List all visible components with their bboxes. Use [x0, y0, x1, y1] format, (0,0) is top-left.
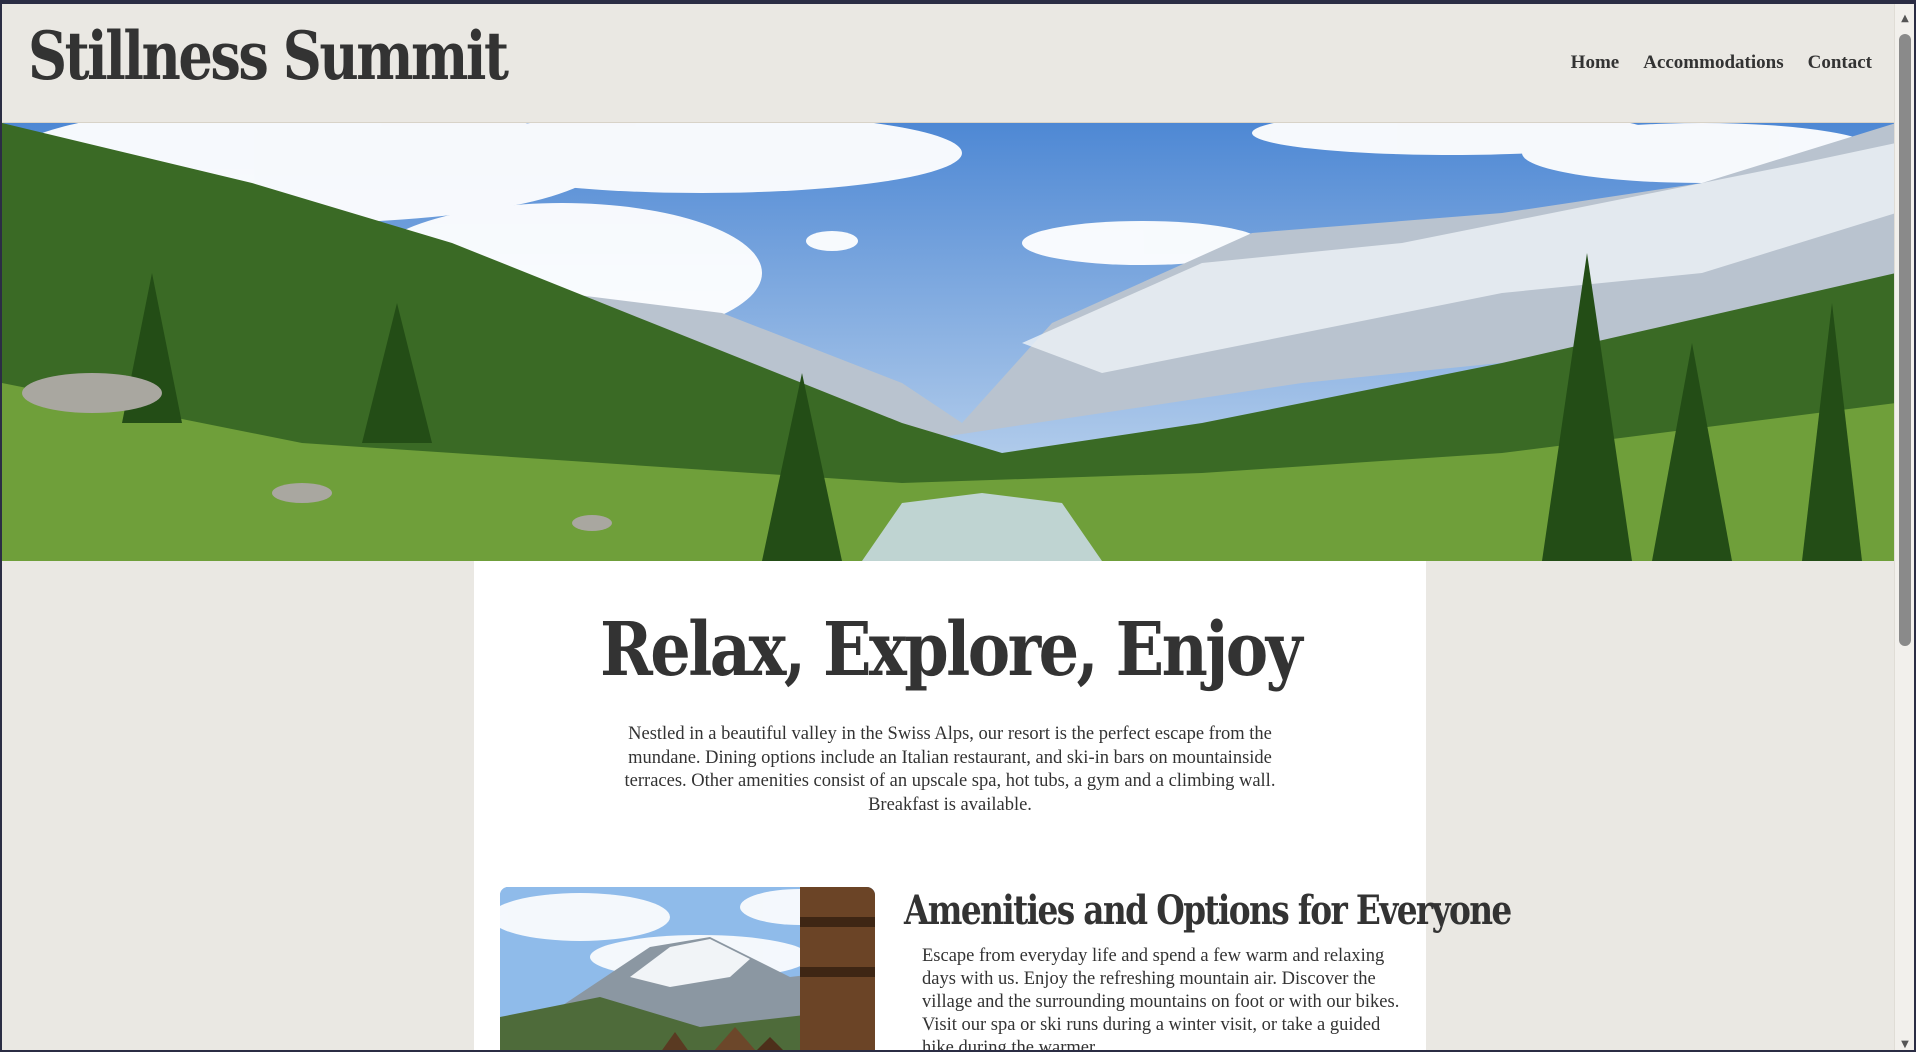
intro-paragraph: Nestled in a beautiful valley in the Swi…: [624, 724, 1276, 815]
nav-contact-link[interactable]: Contact: [1808, 52, 1872, 74]
nav-accommodations-link[interactable]: Accommodations: [1643, 52, 1783, 74]
hero-image: [2, 123, 1896, 561]
nav-home-link[interactable]: Home: [1571, 52, 1620, 74]
page-headline: Relax, Explore, Enjoy: [599, 607, 1303, 693]
site-logo[interactable]: Stillness Summit: [28, 8, 509, 104]
main-content: Relax, Explore, Enjoy Nestled in a beaut…: [474, 561, 1512, 1052]
site-header: Stillness Summit Home Accommodations Con…: [2, 4, 1896, 123]
main-nav: Home Accommodations Contact: [1571, 52, 1872, 74]
amenities-image: [500, 887, 875, 1050]
hero-landscape-graphic: [2, 123, 1896, 561]
vertical-scrollbar[interactable]: ▲ ▼: [1894, 4, 1914, 1050]
scrollbar-thumb[interactable]: [1899, 34, 1911, 646]
scroll-down-arrow-icon[interactable]: ▼: [1899, 1038, 1911, 1050]
amenities-title: Amenities and Options for Everyone: [904, 887, 1512, 934]
village-chalets-graphic: [500, 887, 875, 1050]
scroll-up-arrow-icon[interactable]: ▲: [1899, 12, 1911, 26]
browser-window: Stillness Summit Home Accommodations Con…: [0, 0, 1916, 1052]
amenities-paragraph: Escape from everyday life and spend a fe…: [922, 946, 1400, 1052]
